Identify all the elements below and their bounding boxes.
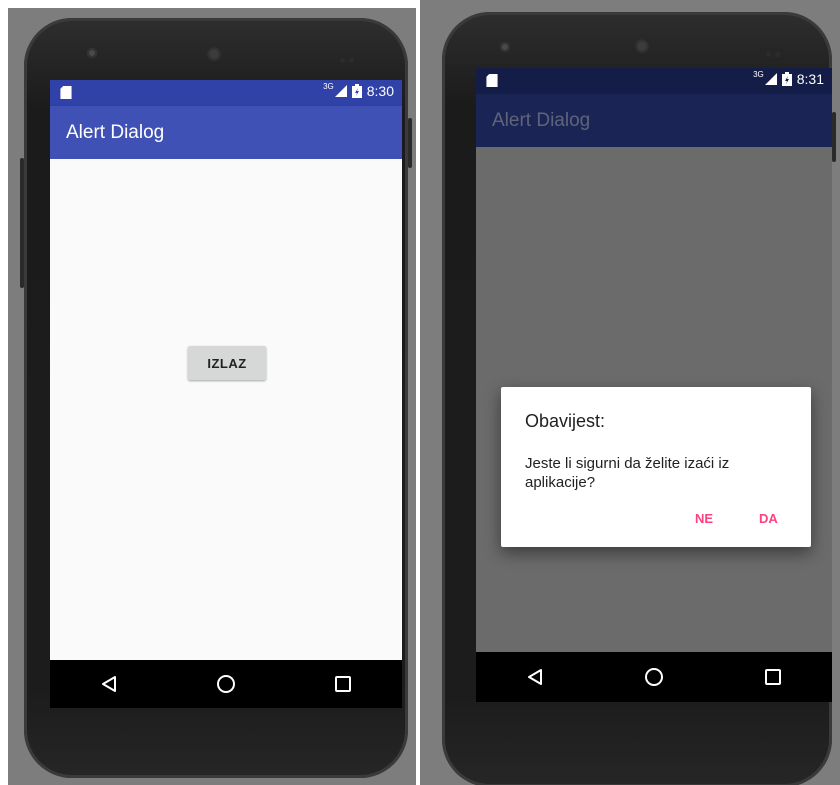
alert-dialog: Obavijest: Jeste li sigurni da želite iz… <box>501 387 811 547</box>
dialog-message: Jeste li sigurni da želite izaći iz apli… <box>525 455 730 491</box>
app-title: Alert Dialog <box>492 109 591 131</box>
volume-button[interactable] <box>20 158 24 288</box>
signal-icon <box>764 73 777 85</box>
status-right: 3G 8:31 <box>753 69 824 88</box>
sensor-icon <box>766 44 786 57</box>
dimmed-content-area[interactable]: Obavijest: Jeste li sigurni da želite iz… <box>476 147 832 664</box>
status-bar: 3G 8:31 <box>476 68 832 94</box>
dialog-title: Obavijest: <box>525 411 606 431</box>
left-panel: 3G 8:30 Alert Dialog IZLAZ <box>8 8 416 785</box>
battery-icon <box>781 72 792 86</box>
da-button[interactable]: DA <box>759 511 778 526</box>
ne-button[interactable]: NE <box>695 511 713 526</box>
back-icon[interactable] <box>515 657 555 697</box>
navigation-bar <box>476 652 832 702</box>
right-panel: 3G 8:31 Alert Dialog Obavijest: Jeste li… <box>420 0 840 785</box>
recents-icon[interactable] <box>323 664 363 704</box>
earpiece-speaker-icon <box>206 46 222 62</box>
app-bar: Alert Dialog <box>50 106 402 159</box>
izlaz-button[interactable]: IZLAZ <box>188 346 266 380</box>
navigation-bar <box>50 660 402 708</box>
earpiece-speaker-icon <box>634 38 650 54</box>
battery-icon <box>351 84 362 98</box>
sd-card-icon <box>60 86 72 99</box>
screen-left: 3G 8:30 Alert Dialog IZLAZ <box>50 80 402 708</box>
recents-icon[interactable] <box>753 657 793 697</box>
front-camera-icon <box>87 48 97 58</box>
network-type: 3G <box>753 69 764 79</box>
front-camera-icon <box>500 42 510 52</box>
network-type: 3G <box>323 81 334 91</box>
signal-icon <box>334 85 347 97</box>
home-icon[interactable] <box>634 657 674 697</box>
app-title: Alert Dialog <box>66 121 165 143</box>
content-area: IZLAZ <box>50 159 402 670</box>
app-bar: Alert Dialog <box>476 94 832 147</box>
power-button[interactable] <box>832 112 836 162</box>
power-button[interactable] <box>408 118 412 168</box>
home-icon[interactable] <box>206 664 246 704</box>
status-time: 8:31 <box>796 71 824 87</box>
back-icon[interactable] <box>89 664 129 704</box>
phone-frame-right: 3G 8:31 Alert Dialog Obavijest: Jeste li… <box>442 12 836 785</box>
phone-frame-left: 3G 8:30 Alert Dialog IZLAZ <box>20 18 412 778</box>
sd-card-icon <box>486 74 498 87</box>
sensor-icon <box>340 50 360 63</box>
status-time: 8:30 <box>366 83 394 99</box>
status-bar: 3G 8:30 <box>50 80 402 106</box>
screen-right: 3G 8:31 Alert Dialog Obavijest: Jeste li… <box>476 68 832 702</box>
status-right: 3G 8:30 <box>323 81 394 100</box>
